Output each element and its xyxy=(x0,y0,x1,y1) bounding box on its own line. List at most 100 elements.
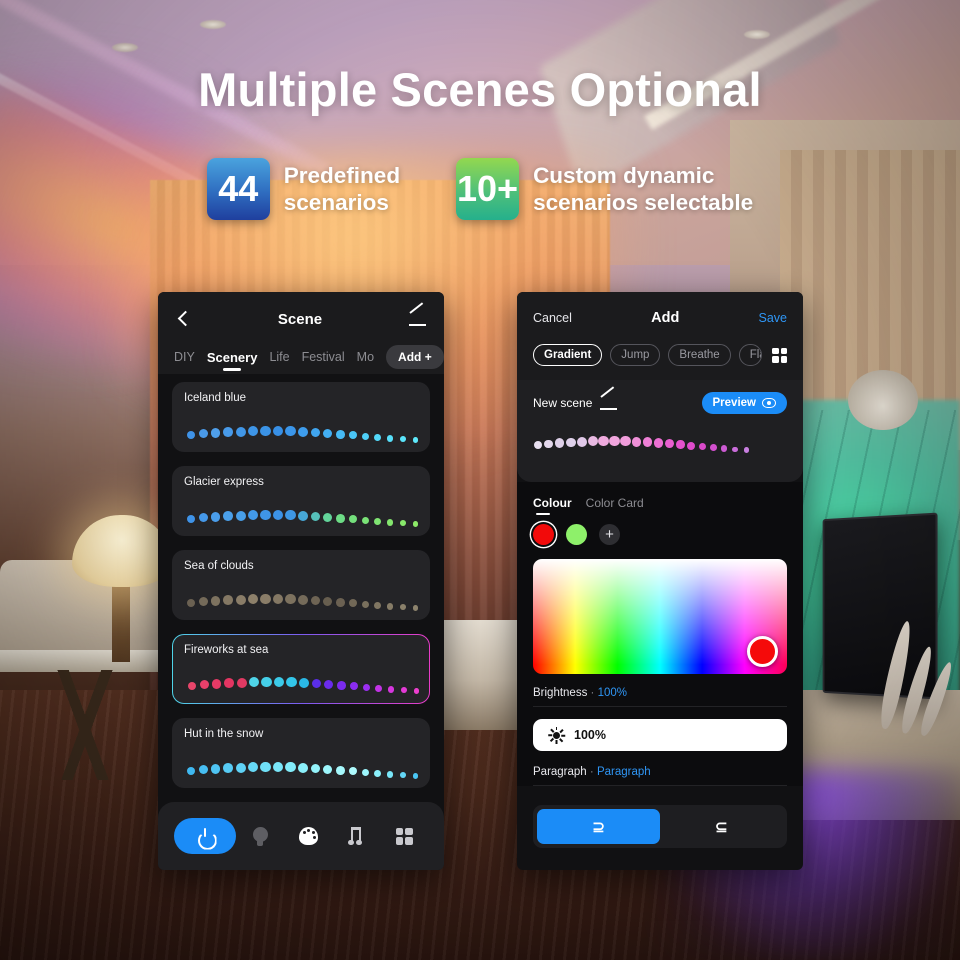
add-scene-button[interactable]: Add + xyxy=(386,345,444,369)
scene-dot xyxy=(186,766,195,776)
scene-dot xyxy=(565,437,576,448)
scene-dot xyxy=(224,678,235,689)
scene-dot xyxy=(374,770,382,777)
tab-more[interactable]: Mo xyxy=(357,350,374,364)
scene-dot xyxy=(248,762,259,773)
badge-line-2: scenarios selectable xyxy=(533,190,754,215)
scene-dot xyxy=(361,516,370,525)
paragraph-value: Paragraph xyxy=(596,766,651,778)
scene-color-preview xyxy=(186,425,420,443)
swatch-green[interactable] xyxy=(566,524,587,545)
page-title: Multiple Scenes Optional xyxy=(198,63,762,116)
scene-dot xyxy=(260,509,271,521)
scene-dot xyxy=(576,436,587,447)
scene-card[interactable]: Fireworks at sea xyxy=(172,634,430,704)
scene-dot xyxy=(336,766,345,775)
scene-dot xyxy=(235,426,246,437)
scene-dot xyxy=(698,442,707,451)
scene-dot xyxy=(336,430,345,439)
brightness-slider-value: 100% xyxy=(574,728,606,742)
toolbar-item-palette[interactable] xyxy=(284,827,332,845)
toolbar-item-grid[interactable] xyxy=(380,827,428,845)
mode-jump[interactable]: Jump xyxy=(610,344,661,366)
brightness-label-row: Brightness · 100% xyxy=(533,687,787,699)
scene-dot xyxy=(374,602,382,609)
power-icon xyxy=(197,827,214,845)
add-swatch-button[interactable]: + xyxy=(599,524,620,545)
mode-breathe[interactable]: Breathe xyxy=(668,344,731,366)
pencil-icon[interactable] xyxy=(408,310,428,328)
scene-list-screen: Scene DIY Scenery Life Festival Mo Add +… xyxy=(158,292,444,870)
separator: · xyxy=(589,766,594,778)
scene-card-name: Glacier express xyxy=(184,476,264,488)
mode-gradient[interactable]: Gradient xyxy=(533,344,603,366)
headline-block: Multiple Scenes Optional xyxy=(0,62,960,117)
scene-card-name: Sea of clouds xyxy=(184,560,254,572)
grid-icon[interactable] xyxy=(772,347,787,363)
scene-dot xyxy=(348,599,357,608)
mode-flashing[interactable]: Flashing xyxy=(738,344,762,366)
scene-dot xyxy=(324,679,334,689)
divider xyxy=(533,785,787,786)
scene-dot xyxy=(198,597,208,607)
scene-dot xyxy=(249,677,260,688)
flow-forward-button[interactable]: ⊇ xyxy=(537,809,660,844)
flow-reverse-button[interactable]: ⊇ xyxy=(660,809,783,844)
scene-dot xyxy=(337,681,346,690)
tab-festival[interactable]: Festival xyxy=(302,350,345,364)
power-button[interactable] xyxy=(174,818,236,854)
save-button[interactable]: Save xyxy=(758,311,787,325)
tab-colour[interactable]: Colour xyxy=(533,496,572,515)
scene-dot xyxy=(400,687,407,694)
scene-name-row[interactable]: New scene xyxy=(533,394,619,412)
tab-scenery[interactable]: Scenery xyxy=(207,350,258,365)
scene-dot xyxy=(336,598,345,607)
color-editor: Colour Color Card + Brightness · 100% 10… xyxy=(517,482,803,786)
scene-dot xyxy=(361,600,370,609)
scene-dot xyxy=(709,444,717,452)
brightness-slider[interactable]: 100% xyxy=(533,719,787,751)
color-picker-knob[interactable] xyxy=(747,636,778,667)
paragraph-label: Paragraph xyxy=(533,766,587,778)
pencil-icon[interactable] xyxy=(599,394,619,412)
divider xyxy=(533,706,787,707)
scene-dot xyxy=(732,446,739,453)
scene-dot xyxy=(323,428,333,438)
badge-label-predefined: Predefined scenarios xyxy=(284,162,400,217)
scene-dot xyxy=(555,438,565,448)
scene-dot xyxy=(387,603,394,610)
scene-dot xyxy=(721,445,728,452)
scene-dot xyxy=(743,447,749,453)
scene-dot xyxy=(298,510,308,521)
toolbar-item-music[interactable] xyxy=(332,827,380,845)
swatch-red[interactable] xyxy=(533,524,554,545)
scene-dot xyxy=(286,677,297,688)
scene-dot xyxy=(285,594,296,605)
scene-card[interactable]: Iceland blue xyxy=(172,382,430,452)
scene-dot xyxy=(533,440,542,450)
toolbar-item-bulb[interactable] xyxy=(236,826,284,846)
scene-dot xyxy=(387,519,394,526)
scene-card[interactable]: Sea of clouds xyxy=(172,550,430,620)
scene-dot xyxy=(310,763,321,774)
vignette xyxy=(0,0,960,960)
color-picker[interactable] xyxy=(533,559,787,674)
preview-button[interactable]: Preview xyxy=(701,392,787,414)
scene-color-preview xyxy=(186,761,420,779)
promo-image: Multiple Scenes Optional 44 Predefined s… xyxy=(0,0,960,960)
scene-card[interactable]: Hut in the snow xyxy=(172,718,430,788)
scene-dot xyxy=(374,518,382,525)
scene-dot xyxy=(310,427,321,438)
scene-dot xyxy=(272,509,284,521)
scene-color-preview xyxy=(187,676,419,694)
scene-dot xyxy=(260,425,271,437)
cancel-button[interactable]: Cancel xyxy=(533,311,572,325)
tab-color-card[interactable]: Color Card xyxy=(586,496,644,510)
scene-dot xyxy=(375,685,383,692)
scene-dot xyxy=(235,594,246,605)
scene-card[interactable]: Glacier express xyxy=(172,466,430,536)
tab-diy[interactable]: DIY xyxy=(174,350,195,364)
tab-life[interactable]: Life xyxy=(269,350,289,364)
scene-dot xyxy=(235,510,246,521)
chevron-left-icon[interactable] xyxy=(174,310,192,328)
